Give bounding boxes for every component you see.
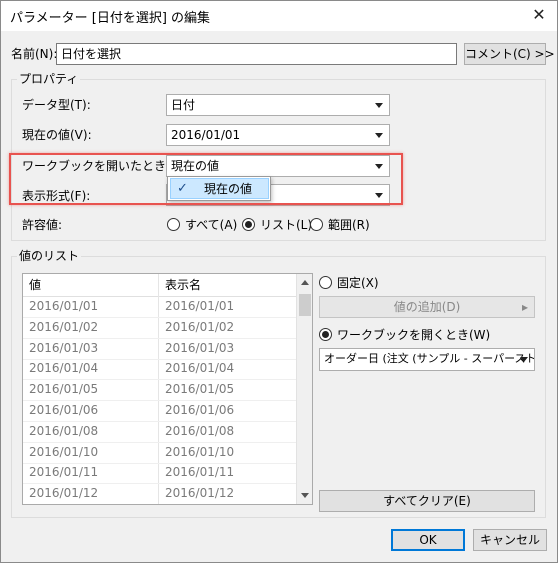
- field-select[interactable]: オーダー日 (注文 (サンプル - スーパーストア)): [319, 348, 535, 371]
- cell-display-name: 2016/01/12: [165, 486, 235, 501]
- add-value-button[interactable]: 値の追加(D) ▸: [319, 296, 535, 318]
- cell-value: 2016/01/03: [29, 340, 99, 355]
- chevron-down-icon: [375, 103, 383, 108]
- table-header: 値 表示名: [23, 274, 296, 297]
- chevron-right-icon: ▸: [521, 300, 528, 314]
- cell-value: 2016/01/02: [29, 319, 99, 334]
- table-row[interactable]: 2016/01/02 2016/01/02: [23, 317, 296, 339]
- allowable-values-label: 許容値:: [22, 218, 63, 232]
- add-value-label: 値の追加(D): [393, 300, 461, 314]
- radio-on-open-label[interactable]: ワークブックを開くとき(W): [337, 327, 490, 343]
- radio-all-label[interactable]: すべて(A): [185, 217, 237, 233]
- cell-display-name: 2016/01/06: [165, 403, 235, 417]
- column-header-display-name[interactable]: 表示名: [165, 277, 201, 293]
- table-row[interactable]: 2016/01/11 2016/01/11: [23, 462, 296, 485]
- table-row[interactable]: 2016/01/10 2016/01/10: [23, 442, 296, 464]
- table-row[interactable]: 2016/01/01 2016/01/01: [23, 296, 296, 318]
- radio-list[interactable]: [242, 218, 255, 231]
- table-row[interactable]: 2016/01/08 2016/01/08: [23, 421, 296, 443]
- value-list-table[interactable]: 値 表示名 2016/01/01 2016/01/01 2016/01/02 2016…: [22, 273, 313, 505]
- radio-on-open[interactable]: [319, 328, 332, 341]
- table-row[interactable]: 2016/01/04 2016/01/04: [23, 358, 296, 381]
- cell-value: 2016/01/01: [29, 299, 99, 313]
- window-title: パラメーター [日付を選択] の編集: [10, 11, 211, 26]
- radio-fixed-label[interactable]: 固定(X): [337, 275, 379, 291]
- field-select-value: オーダー日 (注文 (サンプル - スーパーストア)): [324, 352, 535, 365]
- cell-display-name: 2016/01/08: [165, 423, 235, 438]
- cell-display-name: 2016/01/03: [165, 340, 235, 355]
- scroll-up-icon[interactable]: [301, 280, 309, 285]
- close-icon[interactable]: ✕: [527, 4, 551, 26]
- name-input[interactable]: 日付を選択: [56, 43, 457, 65]
- data-type-select[interactable]: 日付: [166, 94, 390, 116]
- chevron-down-icon: [520, 357, 528, 362]
- cell-display-name: 2016/01/10: [165, 444, 235, 459]
- table-row[interactable]: 2016/01/06 2016/01/06: [23, 400, 296, 422]
- radio-range[interactable]: [310, 218, 323, 231]
- data-type-value: 日付: [171, 98, 196, 112]
- comment-button[interactable]: コメント(C) >>: [464, 43, 555, 65]
- chevron-down-icon: [375, 133, 383, 138]
- cell-display-name: 2016/01/02: [165, 319, 235, 334]
- cancel-button[interactable]: キャンセル: [473, 529, 547, 551]
- table-row[interactable]: 2016/01/03 2016/01/03: [23, 338, 296, 360]
- radio-range-label[interactable]: 範囲(R): [328, 217, 370, 233]
- table-row[interactable]: 2016/01/12 2016/01/12: [23, 483, 296, 504]
- radio-all[interactable]: [167, 218, 180, 231]
- cell-display-name: 2016/01/05: [165, 382, 235, 397]
- cell-display-name: 2016/01/11: [165, 465, 235, 480]
- radio-list-label[interactable]: リスト(L): [260, 217, 312, 233]
- data-type-label: データ型(T):: [22, 98, 91, 112]
- scroll-down-icon[interactable]: [301, 493, 309, 498]
- current-value-label: 現在の値(V):: [22, 128, 92, 142]
- cell-value: 2016/01/10: [29, 444, 99, 459]
- name-label: 名前(N):: [11, 47, 58, 61]
- table-row[interactable]: 2016/01/05 2016/01/05: [23, 379, 296, 402]
- vertical-scrollbar[interactable]: [296, 274, 312, 504]
- highlight-annotation: [9, 153, 403, 205]
- cell-value: 2016/01/12: [29, 486, 99, 501]
- cell-value: 2016/01/08: [29, 423, 99, 438]
- cell-display-name: 2016/01/01: [165, 299, 235, 313]
- ok-button[interactable]: OK: [391, 529, 465, 551]
- scroll-thumb[interactable]: [299, 294, 311, 316]
- properties-group-title: プロパティ: [17, 72, 81, 86]
- current-value-value: 2016/01/01: [171, 128, 241, 142]
- column-header-value[interactable]: 値: [29, 277, 41, 293]
- cell-value: 2016/01/05: [29, 382, 99, 397]
- cell-value: 2016/01/11: [29, 465, 99, 480]
- radio-fixed[interactable]: [319, 276, 332, 289]
- cell-display-name: 2016/01/04: [165, 361, 235, 376]
- value-list-group-title: 値のリスト: [17, 249, 82, 263]
- current-value-select[interactable]: 2016/01/01: [166, 124, 390, 146]
- cell-value: 2016/01/04: [29, 361, 99, 376]
- clear-all-button[interactable]: すべてクリア(E): [319, 490, 535, 512]
- cell-value: 2016/01/06: [29, 403, 99, 417]
